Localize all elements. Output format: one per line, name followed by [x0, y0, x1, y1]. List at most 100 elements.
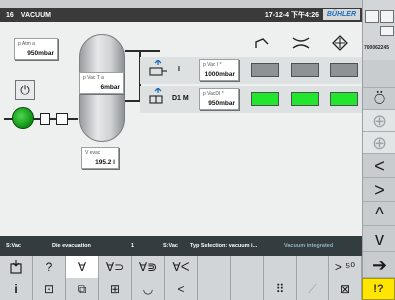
next-page-label: > ⁵⁰ [334, 260, 356, 274]
gripper-icon: ⍥ [374, 88, 385, 109]
screen-number: 16 [6, 11, 14, 19]
clamp-button[interactable]: ⊡ [33, 278, 66, 300]
page-title: VACUUM [20, 11, 51, 19]
monitor-toggle[interactable] [380, 26, 394, 36]
status-sel-source: S:Vac [163, 243, 178, 249]
clamp-icon [291, 35, 311, 51]
power-button[interactable]: ⏻ [15, 80, 35, 100]
vacuum-tab4-button[interactable]: ∀ᐸ [165, 256, 198, 278]
help-label: !? [373, 283, 384, 295]
machine-icon [10, 260, 22, 274]
enter-button[interactable]: ➔ [363, 252, 395, 278]
empty-slot [231, 256, 264, 278]
machine-button[interactable] [0, 256, 33, 278]
ejector-icon [252, 35, 272, 51]
row-d1m-label: D1 M [172, 95, 189, 102]
robot-icon: ⠿ [275, 282, 285, 296]
up-arrow-button[interactable]: ^ [363, 202, 395, 226]
ejector-icon: ⟋ [308, 281, 317, 296]
down-disabled-button[interactable]: ⊕ [363, 132, 395, 154]
info-label: i [14, 282, 18, 296]
unit-button[interactable]: ⧉ [66, 278, 99, 300]
empty-slot [231, 278, 264, 300]
rail-empty-1 [363, 60, 395, 88]
row-d1m-cell-3[interactable] [330, 92, 358, 106]
empty-slot [198, 256, 231, 278]
status-selection: Typ Selection: vacuum i... [190, 243, 258, 249]
ladle-icon: < [177, 282, 185, 296]
lock-icon: ⊠ [339, 282, 351, 296]
ejector-button[interactable]: ⟋ [297, 278, 329, 300]
vacuum-tab-button[interactable]: ∀ [66, 256, 99, 278]
row-i-cell-2[interactable] [291, 63, 319, 77]
vacuum-valve-icon [148, 87, 168, 111]
left-arrow-button[interactable]: < [363, 154, 395, 178]
up-disabled-button[interactable]: ⊕ [363, 110, 395, 132]
gripper-button[interactable]: ⍥ [363, 88, 395, 110]
header-bar: 16 VACUUM 17-12-4 下午4:26 BÜHLER [0, 8, 362, 22]
empty-slot [264, 256, 297, 278]
p-vac-i-value: 1000mbar [204, 71, 235, 78]
status-mode: Die evacuation [52, 243, 91, 249]
chevron-up-icon: ^ [375, 203, 384, 224]
toolbar-top: ? ∀ ∀⊃ ∀⋑ ∀ᐸ > ⁵⁰ [0, 256, 362, 278]
lock-button[interactable]: ⊠ [329, 278, 362, 300]
v-evac-label: V evac [85, 150, 101, 156]
pipe-top [125, 50, 160, 52]
empty-slot [297, 256, 329, 278]
valve-symbol [56, 113, 68, 125]
vacuum-pump [12, 107, 34, 129]
help-button[interactable]: !? [362, 278, 395, 300]
v-evac-box[interactable]: V evac 195.2 l [81, 147, 119, 169]
question-label: ? [45, 260, 53, 274]
toolbar-bottom: i ⊡ ⧉ ⊞ ◡ < ⠿ ⟋ ⊠ [0, 278, 362, 300]
p-atm-label: p Atm a [18, 41, 35, 47]
robot-button[interactable]: ⠿ [264, 278, 297, 300]
vacuum-tab3-button[interactable]: ∀⋑ [132, 256, 165, 278]
vacuum-tab2-label: ∀⊃ [105, 260, 125, 274]
p-vac-i-label: p Vac I * [203, 62, 222, 68]
v-evac-value: 195.2 l [95, 159, 115, 166]
vacuum-tab2-button[interactable]: ∀⊃ [99, 256, 132, 278]
row-i-label: I [178, 66, 180, 73]
p-vac-t-box[interactable]: p Vac T a 6mbar [79, 72, 124, 94]
down-circle-icon: ⊕ [371, 132, 388, 153]
p-atm-value: 950mbar [27, 50, 54, 57]
down-arrow-button[interactable]: v [363, 226, 395, 252]
enter-arrow-icon: ➔ [371, 254, 388, 275]
screen-toggle[interactable] [380, 10, 394, 23]
status-source: S:Vac [6, 243, 21, 249]
ladle-button[interactable]: < [165, 278, 198, 300]
info-button[interactable]: i [0, 278, 33, 300]
vacuum-tab3-label: ∀⋑ [138, 260, 158, 274]
vacuum-valve-icon [148, 59, 168, 83]
row-d1m-cell-2[interactable] [291, 92, 319, 106]
right-arrow-button[interactable]: > [363, 178, 395, 202]
cup-button[interactable]: ◡ [132, 278, 165, 300]
row-i-cell-3[interactable] [330, 63, 358, 77]
question-button[interactable]: ? [33, 256, 66, 278]
status-bar: S:Vac Die evacuation 1 S:Vac Typ Selecti… [0, 236, 362, 256]
clamp-icon: ⊡ [43, 282, 55, 296]
p-vac-di-box[interactable]: p VacDI * 950mbar [199, 88, 239, 110]
row-i-cell-1[interactable] [251, 63, 279, 77]
chevron-down-icon: v [375, 228, 384, 249]
up-circle-icon: ⊕ [371, 110, 388, 131]
p-vac-t-value: 6mbar [100, 84, 120, 91]
next-page-button[interactable]: > ⁵⁰ [329, 256, 362, 278]
mold-icon: ⊞ [109, 282, 121, 296]
unit-icon: ⧉ [77, 281, 87, 296]
diamond-cross-icon [330, 35, 350, 51]
p-atm-box[interactable]: p Atm a 950mbar [14, 38, 58, 60]
mold-button[interactable]: ⊞ [99, 278, 132, 300]
p-vac-t-label: p Vac T a [83, 75, 104, 81]
graph-toggle[interactable] [365, 10, 379, 23]
p-vac-di-label: p VacDI * [203, 91, 224, 97]
row-d1m-cell-1[interactable] [251, 92, 279, 106]
vacuum-tab-label: ∀ [77, 260, 87, 274]
vacuum-tab4-label: ∀ᐸ [172, 260, 190, 274]
chevron-right-icon: > [374, 179, 385, 200]
empty-slot [198, 278, 231, 300]
p-vac-i-box[interactable]: p Vac I * 1000mbar [199, 59, 239, 81]
p-vac-di-value: 950mbar [208, 100, 235, 107]
